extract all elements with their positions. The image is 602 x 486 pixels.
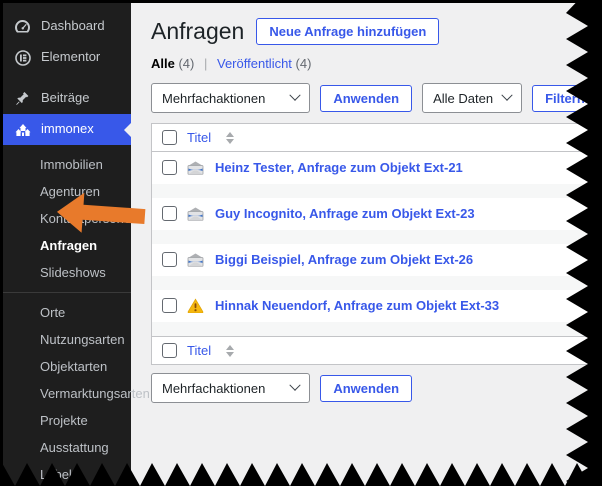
table-footer-row: Titel [152,336,601,364]
sidebar-divider [3,292,131,293]
inquiry-link[interactable]: Guy Incognito, Anfrage zum Objekt Ext-23 [215,206,475,221]
date-filter-value: Alle Daten [433,90,494,106]
chevron-down-icon [289,379,302,391]
title-column-footer[interactable]: Titel [187,343,211,358]
submenu-item-nutzungsarten[interactable]: Nutzungsarten [3,326,131,353]
row-checkbox[interactable] [162,160,177,175]
select-all-checkbox[interactable] [162,343,177,358]
sidebar-item-beitraege[interactable]: Beiträge [3,83,131,114]
sidebar-item-immonex[interactable]: immonex [3,114,131,145]
row-checkbox[interactable] [162,206,177,221]
inquiries-table: Titel Heinz Tester, Anfrage zum Objekt E… [151,123,602,365]
view-all-link[interactable]: Alle [151,56,175,71]
envelope-icon [187,252,205,267]
page-header: Anfragen Neue Anfrage hinzufügen [151,15,602,47]
main-content: Anfragen Neue Anfrage hinzufügen Alle (4… [131,3,602,486]
add-new-button[interactable]: Neue Anfrage hinzufügen [256,17,440,45]
chevron-down-icon [501,89,513,101]
admin-page: Dashboard Elementor Beiträge immonex Imm… [3,3,602,486]
sidebar-item-label: Dashboard [41,18,105,34]
apply-button[interactable]: Anwenden [320,84,413,112]
sidebar-item-label: Beiträge [41,90,90,106]
bulk-action-select[interactable]: Mehrfachaktionen [151,83,311,113]
table-row: Hinnak Neuendorf, Anfrage zum Objekt Ext… [152,290,601,336]
sidebar-item-dashboard[interactable]: Dashboard [3,11,131,42]
sidebar-item-label: Elementor [41,49,101,65]
chevron-down-icon [289,89,302,101]
bulk-action-value: Mehrfachaktionen [162,90,266,106]
apply-button-bottom[interactable]: Anwenden [320,374,413,402]
submenu-item-objektarten[interactable]: Objektarten [3,353,131,380]
submenu-item-projekte[interactable]: Projekte [3,407,131,434]
annotation-arrow-icon [56,192,146,233]
submenu-item-immobilien[interactable]: Immobilien [3,151,131,178]
houses-icon [13,121,32,138]
warning-icon [187,298,205,313]
select-all-checkbox[interactable] [162,130,177,145]
dashboard-icon [13,18,32,35]
submenu-item-orte[interactable]: Orte [3,299,131,326]
bottom-toolbar: Mehrfachaktionen Anwenden [151,373,602,403]
inquiry-link[interactable]: Biggi Beispiel, Anfrage zum Objekt Ext-2… [215,252,473,267]
row-checkbox[interactable] [162,298,177,313]
submenu-item-vermarktungsarten[interactable]: Vermarktungsarten [3,380,150,407]
page-title: Anfragen [151,17,245,44]
view-published-link[interactable]: Veröffentlicht [217,56,292,71]
table-row: Heinz Tester, Anfrage zum Objekt Ext-21 [152,152,601,198]
sidebar-item-elementor[interactable]: Elementor [3,42,131,73]
table-header-row: Titel [152,124,601,152]
submenu-item-ausstattung[interactable]: Ausstattung [3,434,131,461]
envelope-icon [187,206,205,221]
pin-icon [13,90,32,107]
title-column-header[interactable]: Titel [187,130,211,145]
view-published-count: (4) [295,56,312,71]
submenu-item-labels[interactable]: Labels [3,461,131,486]
filter-button[interactable]: Filtern [532,84,598,112]
table-row: Guy Incognito, Anfrage zum Objekt Ext-23 [152,198,601,244]
inquiry-link[interactable]: Hinnak Neuendorf, Anfrage zum Objekt Ext… [215,298,499,313]
view-divider: | [203,56,208,71]
sort-icon[interactable] [226,344,235,357]
date-filter-select[interactable]: Alle Daten [422,83,523,113]
row-checkbox[interactable] [162,252,177,267]
sidebar-item-label: immonex [41,121,94,137]
sort-icon[interactable] [226,131,235,144]
bulk-action-select-bottom[interactable]: Mehrfachaktionen [151,373,311,403]
inquiry-link[interactable]: Heinz Tester, Anfrage zum Objekt Ext-21 [215,160,463,175]
view-filter-links: Alle (4) | Veröffentlicht (4) [151,56,602,71]
view-all-count: (4) [178,56,195,71]
top-toolbar: Mehrfachaktionen Anwenden Alle Daten Fil… [151,83,602,113]
elementor-icon [13,49,32,66]
bulk-action-value: Mehrfachaktionen [162,380,266,396]
table-row: Biggi Beispiel, Anfrage zum Objekt Ext-2… [152,244,601,290]
admin-sidebar: Dashboard Elementor Beiträge immonex Imm… [3,3,150,486]
submenu-item-slideshows[interactable]: Slideshows [3,259,131,286]
envelope-icon [187,160,205,175]
